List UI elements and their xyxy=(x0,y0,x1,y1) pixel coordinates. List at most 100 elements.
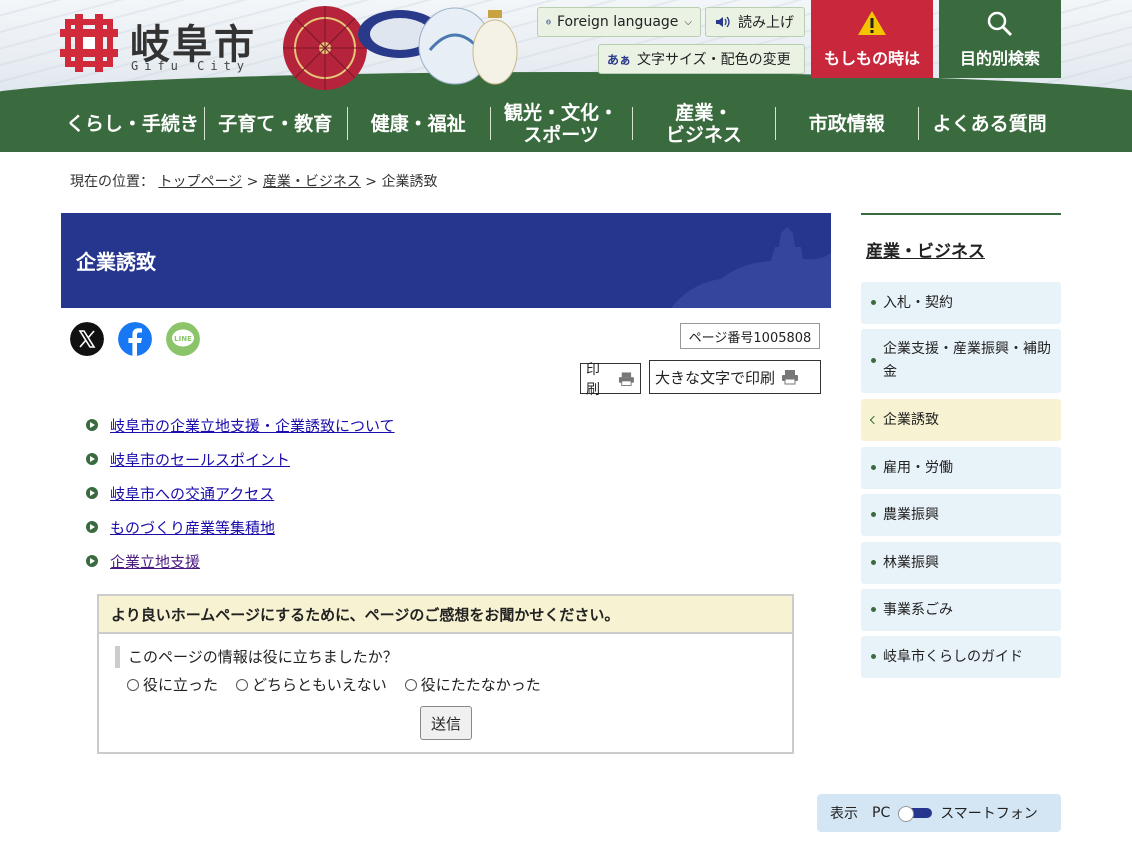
search-icon xyxy=(987,11,1013,37)
survey-options: 役に立った どちらともいえない 役にたたなかった xyxy=(127,674,541,695)
nav-item-label: よくある質問 xyxy=(932,112,1047,135)
content-link[interactable]: ものづくり産業等集積地 xyxy=(110,517,275,538)
breadcrumb-link-top[interactable]: トップページ xyxy=(158,174,242,190)
survey-option-not-helpful[interactable]: 役にたたなかった xyxy=(404,674,541,695)
nav-item-health[interactable]: 健康・福祉 xyxy=(346,95,490,152)
radio-button[interactable] xyxy=(404,678,417,691)
print-large-label: 大きな文字で印刷 xyxy=(655,368,776,387)
breadcrumb-separator: > xyxy=(246,174,259,190)
sidebar-item-label: 雇用・労働 xyxy=(883,459,953,476)
radio-button[interactable] xyxy=(236,678,249,691)
survey-option-neutral[interactable]: どちらともいえない xyxy=(236,674,387,695)
bullet-arrow-icon xyxy=(86,487,98,499)
sidebar-item-business-support[interactable]: 企業支援・産業振興・補助金 xyxy=(861,329,1061,393)
purpose-search-label: 目的別検索 xyxy=(959,49,1040,68)
sidebar-item-label: 企業支援・産業振興・補助金 xyxy=(883,341,1051,380)
sidebar-item-label: 岐阜市くらしのガイド xyxy=(883,648,1023,665)
svg-text:LINE: LINE xyxy=(174,335,192,343)
nav-item-label: 観光・文化・ スポーツ xyxy=(504,101,619,146)
line-share-icon[interactable]: LINE xyxy=(166,322,200,356)
nav-item-faq[interactable]: よくある質問 xyxy=(918,95,1061,152)
survey-question: このページの情報は役に立ちましたか？ xyxy=(115,646,398,668)
nav-item-label: 子育て・教育 xyxy=(218,112,333,135)
purpose-search-button[interactable]: 目的別検索 xyxy=(939,0,1061,78)
sidebar-item-employment[interactable]: 雇用・労働 xyxy=(861,447,1061,489)
breadcrumb-link-business[interactable]: 産業・ビジネス xyxy=(263,174,361,190)
nav-item-city-info[interactable]: 市政情報 xyxy=(775,95,918,152)
list-item: 岐阜市の企業立地支援・企業誘致について xyxy=(86,408,395,442)
nav-item-living[interactable]: くらし・手続き xyxy=(61,95,204,152)
sidebar-item-business-waste[interactable]: 事業系ごみ xyxy=(861,589,1061,631)
sidebar-item-label: 入札・契約 xyxy=(883,294,953,311)
content-link-list: 岐阜市の企業立地支援・企業誘致について 岐阜市のセールスポイント 岐阜市への交通… xyxy=(86,408,395,578)
foreign-language-button[interactable]: Foreign language ⌵ xyxy=(537,7,701,37)
print-button[interactable]: 印刷 xyxy=(580,362,641,398)
nav-item-business[interactable]: 産業・ ビジネス xyxy=(632,95,775,152)
nav-item-label: 健康・福祉 xyxy=(370,112,466,135)
breadcrumb: 現在の位置： トップページ > 産業・ビジネス > 企業誘致 xyxy=(70,171,437,191)
display-mode-switch: 表示 PC スマートフォン xyxy=(817,794,1061,832)
x-share-icon[interactable] xyxy=(70,322,104,356)
emergency-button[interactable]: もしもの時は xyxy=(811,0,933,78)
list-item: ものづくり産業等集積地 xyxy=(86,510,395,544)
page-title-banner: 企業誘致 xyxy=(61,213,831,308)
content-link[interactable]: 岐阜市のセールスポイント xyxy=(110,449,290,470)
emergency-label: もしもの時は xyxy=(823,49,920,68)
global-navigation: くらし・手続き 子育て・教育 健康・福祉 観光・文化・ スポーツ 産業・ ビジネ… xyxy=(0,95,1132,152)
printer-icon xyxy=(619,371,635,386)
sidebar-item-agriculture[interactable]: 農業振興 xyxy=(861,494,1061,536)
survey-option-helpful[interactable]: 役に立った xyxy=(127,674,218,695)
breadcrumb-separator: > xyxy=(365,174,378,190)
survey-option-label: 役にたたなかった xyxy=(420,676,541,694)
warning-icon xyxy=(858,11,886,35)
wagasa-umbrellas-illustration xyxy=(283,6,518,90)
survey-submit-button[interactable]: 送信 xyxy=(420,706,472,740)
font-color-settings-label: 文字サイズ・配色の変更 xyxy=(637,52,791,68)
sidebar-top-border xyxy=(861,213,1061,215)
display-pc-option[interactable]: PC xyxy=(872,805,890,821)
chevron-down-icon: ⌵ xyxy=(684,16,692,28)
facebook-share-icon[interactable] xyxy=(118,322,152,356)
feedback-survey: より良いホームページにするために、ページのご感想をお聞かせください。 このページ… xyxy=(97,594,794,754)
sidebar-item-label: 企業誘致 xyxy=(883,411,939,428)
castle-silhouette-decoration xyxy=(671,227,831,308)
content-link[interactable]: 岐阜市の企業立地支援・企業誘致について xyxy=(110,415,395,436)
page-title: 企業誘致 xyxy=(76,250,156,274)
city-emblem-icon[interactable] xyxy=(60,14,118,72)
nav-item-label: くらし・手続き xyxy=(65,112,199,135)
nav-item-label: 産業・ ビジネス xyxy=(665,101,742,146)
font-size-icon: あぁ xyxy=(607,52,632,67)
sidebar-title[interactable]: 産業・ビジネス xyxy=(866,237,985,262)
breadcrumb-prefix: 現在の位置： xyxy=(70,174,154,190)
radio-button[interactable] xyxy=(127,678,139,691)
survey-option-label: 役に立った xyxy=(143,676,219,694)
site-logo-subtitle: Gifu City xyxy=(131,59,251,73)
foreign-language-label: Foreign language xyxy=(556,14,679,30)
bullet-arrow-icon xyxy=(86,419,98,431)
content-link[interactable]: 企業立地支援 xyxy=(110,551,200,572)
survey-heading: より良いホームページにするために、ページのご感想をお聞かせください。 xyxy=(99,596,792,634)
display-toggle[interactable] xyxy=(898,806,933,822)
nav-item-childcare[interactable]: 子育て・教育 xyxy=(203,95,347,152)
sidebar-item-label: 事業系ごみ xyxy=(883,601,953,618)
display-smartphone-option[interactable]: スマートフォン xyxy=(940,803,1038,823)
site-header: 岐阜市 Gifu City Foreign language ⌵ 読み上げ あぁ… xyxy=(0,0,1132,95)
sidebar-item-living-guide[interactable]: 岐阜市くらしのガイド xyxy=(861,636,1061,678)
sidebar-item-business-attraction[interactable]: 企業誘致 xyxy=(861,399,1061,441)
content-link[interactable]: 岐阜市への交通アクセス xyxy=(110,483,274,504)
globe-icon xyxy=(546,19,551,25)
page-number: ページ番号1005808 xyxy=(680,323,820,349)
nav-item-label: 市政情報 xyxy=(808,112,885,135)
sidebar-item-forestry[interactable]: 林業振興 xyxy=(861,542,1061,584)
display-label: 表示 xyxy=(830,806,858,822)
print-large-text-button[interactable]: 大きな文字で印刷 xyxy=(649,360,821,394)
font-color-settings-button[interactable]: あぁ 文字サイズ・配色の変更 xyxy=(598,44,805,74)
sidebar-item-bidding[interactable]: 入札・契約 xyxy=(861,282,1061,324)
survey-option-label: どちらともいえない xyxy=(252,676,387,694)
list-item: 企業立地支援 xyxy=(86,544,395,578)
bullet-arrow-icon xyxy=(86,521,98,533)
list-item: 岐阜市への交通アクセス xyxy=(86,476,395,510)
read-aloud-button[interactable]: 読み上げ xyxy=(705,7,805,37)
sidebar-item-label: 農業振興 xyxy=(883,506,939,523)
nav-item-tourism[interactable]: 観光・文化・ スポーツ xyxy=(489,95,633,152)
